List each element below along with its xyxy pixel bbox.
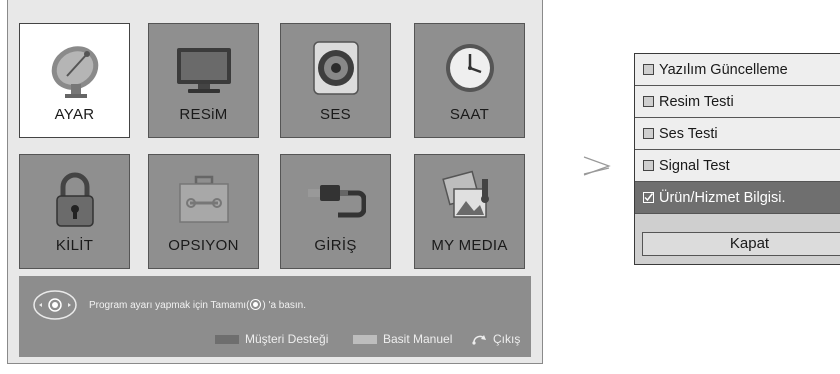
- checkbox-icon: [643, 128, 654, 139]
- help-bar: Program ayarı yapmak için Tamamı( ) 'a ba…: [19, 276, 531, 357]
- tile-label: SAAT: [449, 106, 490, 123]
- tile-resim[interactable]: RESiM: [148, 23, 259, 138]
- padlock-icon: [56, 172, 94, 227]
- checkbox-icon: [643, 160, 654, 171]
- popup-item-label: Ürün/Hizmet Bilgisi.: [659, 189, 786, 206]
- toolbox-icon: [179, 175, 229, 223]
- media-photos-icon: [442, 170, 489, 218]
- tile-label: GİRİŞ: [314, 237, 357, 254]
- tile-my-media[interactable]: MY MEDIA: [414, 154, 525, 269]
- clock-icon: [446, 44, 494, 92]
- exit-legend[interactable]: Çıkış: [471, 332, 520, 346]
- tile-label: KİLİT: [55, 237, 94, 254]
- popup-item-label: Signal Test: [659, 157, 730, 174]
- tile-ayar[interactable]: AYAR: [19, 23, 130, 138]
- main-menu-panel: AYAR RESiM SES SAAT KİLİT OPSIYON GİRİŞ …: [7, 0, 543, 364]
- tile-label: SES: [320, 106, 351, 123]
- tile-ses[interactable]: SES: [280, 23, 391, 138]
- light-gray-key-icon: [353, 334, 377, 344]
- tile-label: OPSIYON: [168, 237, 239, 254]
- help-hint-suffix: ) 'a basın.: [262, 300, 307, 311]
- ok-button-icon: [250, 299, 262, 310]
- tile-label: MY MEDIA: [431, 237, 508, 254]
- checkbox-icon: [643, 64, 654, 75]
- separator-arrow-icon: [583, 156, 611, 176]
- help-hint: Program ayarı yapmak için Tamamı( ) 'a ba…: [89, 299, 306, 311]
- satellite-dish-icon: [51, 46, 99, 98]
- dark-gray-key-icon: [215, 334, 239, 344]
- customer-support-label: Müşteri Desteği: [245, 332, 329, 346]
- checkbox-icon: [643, 96, 654, 107]
- popup-item-sound-test[interactable]: Ses Testi: [635, 118, 840, 150]
- tile-saat[interactable]: SAAT: [414, 23, 525, 138]
- popup-item-product-info[interactable]: Ürün/Hizmet Bilgisi.: [635, 182, 840, 214]
- cable-plug-icon: [308, 185, 366, 218]
- exit-label: Çıkış: [493, 332, 521, 346]
- monitor-icon: [177, 48, 231, 93]
- back-arrow-icon: [472, 335, 486, 345]
- tile-giris[interactable]: GİRİŞ: [280, 154, 391, 269]
- help-hint-prefix: Program ayarı yapmak için Tamamı(: [89, 300, 250, 311]
- popup-item-label: Yazılım Güncelleme: [659, 61, 788, 78]
- popup-item-software-update[interactable]: Yazılım Güncelleme: [635, 54, 840, 86]
- navigation-pad-icon: [33, 290, 77, 320]
- customer-support-popup: Yazılım Güncelleme Resim Testi Ses Testi…: [634, 53, 840, 265]
- popup-item-picture-test[interactable]: Resim Testi: [635, 86, 840, 118]
- tile-label: AYAR: [54, 106, 95, 123]
- tile-opsiyon[interactable]: OPSIYON: [148, 154, 259, 269]
- close-button[interactable]: Kapat: [642, 232, 840, 256]
- customer-support-legend[interactable]: Müşteri Desteği: [215, 332, 328, 346]
- tile-kilit[interactable]: KİLİT: [19, 154, 130, 269]
- tile-label: RESiM: [179, 106, 228, 123]
- simple-manual-label: Basit Manuel: [383, 332, 453, 346]
- popup-item-label: Resim Testi: [659, 93, 734, 110]
- checked-checkbox-icon: [643, 192, 654, 203]
- popup-item-label: Ses Testi: [659, 125, 718, 142]
- simple-manual-legend[interactable]: Basit Manuel: [353, 332, 452, 346]
- speaker-icon: [313, 41, 359, 95]
- popup-item-signal-test[interactable]: Signal Test: [635, 150, 840, 182]
